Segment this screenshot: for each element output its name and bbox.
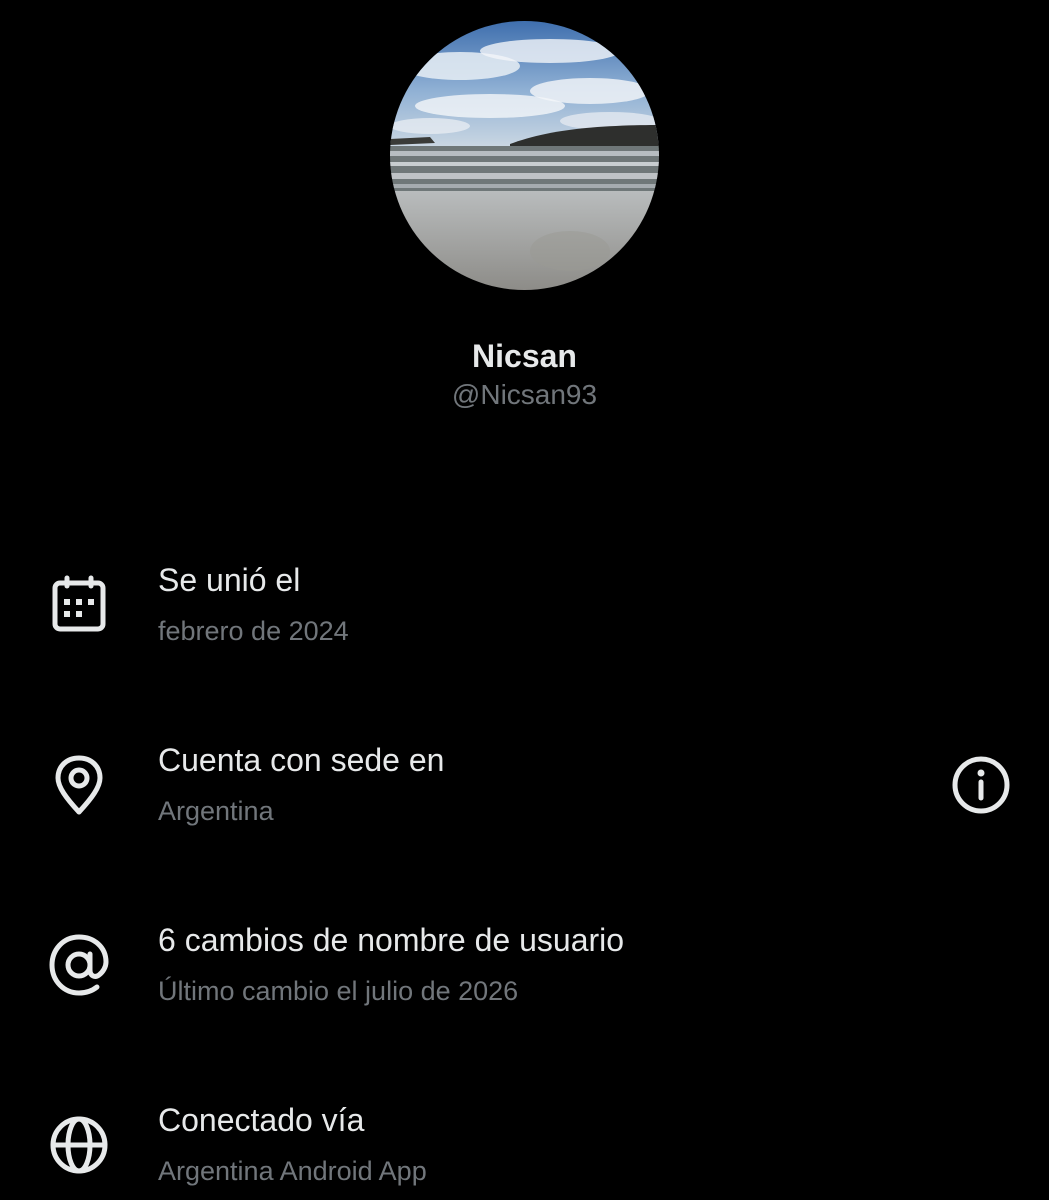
profile-header: Nicsan @Nicsan93 <box>0 0 1049 430</box>
location-title: Cuenta con sede en <box>158 742 445 778</box>
location-pin-icon <box>46 752 112 818</box>
username-changes-title: 6 cambios de nombre de usuario <box>158 922 625 958</box>
calendar-icon <box>46 572 112 638</box>
joined-date: febrero de 2024 <box>158 616 349 646</box>
location-info-button[interactable] <box>948 752 1014 818</box>
connected-via-title: Conectado vía <box>158 1102 365 1138</box>
username-changes-row: 6 cambios de nombre de usuario Último ca… <box>0 900 1049 1020</box>
display-name: Nicsan <box>472 338 577 374</box>
globe-icon <box>46 1112 112 1178</box>
location-value: Argentina <box>158 796 274 826</box>
joined-title: Se unió el <box>158 562 301 598</box>
avatar-image <box>390 21 659 290</box>
info-icon <box>952 756 1010 814</box>
account-location-row: Cuenta con sede en Argentina <box>0 720 1049 840</box>
avatar[interactable] <box>390 21 659 290</box>
joined-date-row: Se unió el febrero de 2024 <box>0 540 1049 660</box>
connected-via-value: Argentina Android App <box>158 1156 427 1186</box>
username-handle: @Nicsan93 <box>451 379 598 410</box>
at-sign-icon <box>46 932 112 998</box>
connected-via-row: Conectado vía Argentina Android App <box>0 1080 1049 1200</box>
last-username-change: Último cambio el julio de 2026 <box>158 976 519 1006</box>
